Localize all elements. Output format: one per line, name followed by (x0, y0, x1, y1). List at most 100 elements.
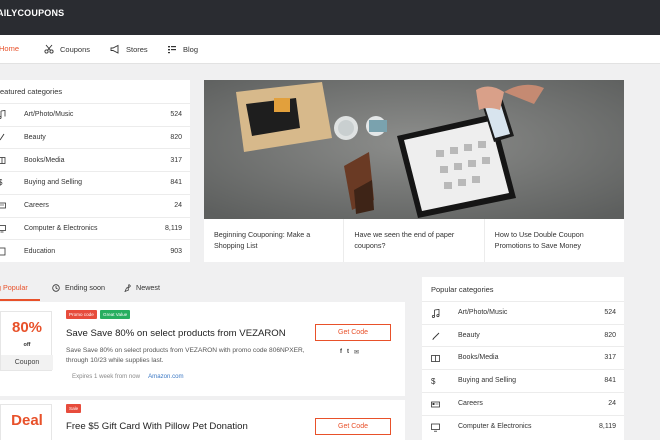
facebook-icon[interactable]: f (340, 349, 342, 356)
twitter-icon[interactable]: t (347, 349, 349, 356)
nav-blog-label: Blog (183, 44, 199, 54)
category-count: 8,119 (165, 224, 182, 232)
coupon-card: 80% off Coupon Promo code Great Value Sa… (0, 302, 405, 396)
music-icon (431, 309, 440, 318)
featured-category-item[interactable]: $ Buying and Selling 841 (0, 171, 190, 194)
sale-badge: Sale (66, 404, 82, 413)
popular-category-item[interactable]: Beauty 820 (422, 323, 624, 347)
coupon-title[interactable]: Free $5 Gift Card With Pillow Pet Donati… (66, 421, 248, 432)
coupon-meta: Expires 1 week from now Amazon.com (72, 373, 184, 380)
category-label: Careers (458, 399, 483, 407)
brush-icon (0, 133, 5, 141)
tab-newest[interactable]: Newest (124, 283, 160, 292)
tab-ending-soon-label: Ending soon (65, 283, 105, 292)
popular-categories: Popular categories Art/Photo/Music 524 B… (422, 277, 624, 440)
featured-category-item[interactable]: Careers 24 (0, 193, 190, 217)
hero-blog: Beginning Couponing: Make a Shopping Lis… (204, 80, 624, 262)
clock-icon (52, 283, 60, 292)
hero-photo (204, 80, 624, 219)
get-code-button[interactable]: Get Code (315, 324, 391, 341)
category-label: Education (24, 247, 56, 255)
category-count: 841 (170, 179, 182, 187)
category-label: Art/Photo/Music (24, 111, 74, 119)
category-label: Art/Photo/Music (458, 309, 508, 316)
category-count: 317 (604, 354, 616, 362)
coupon-expiry: Expires 1 week from now (72, 373, 141, 380)
get-code-button[interactable]: Get Code (315, 418, 391, 435)
category-label: Books/Media (24, 156, 65, 164)
blog-post-link[interactable]: Beginning Couponing: Make a Shopping Lis… (204, 219, 345, 262)
megaphone-icon (110, 44, 119, 54)
dollar-icon: $ (431, 377, 436, 387)
coupon-card: Deal Sale Free $5 Gift Card With Pillow … (0, 400, 405, 440)
category-count: 820 (604, 331, 616, 339)
brush-icon (432, 332, 440, 340)
coupon-value-box: Deal (0, 404, 52, 440)
popular-category-item[interactable]: Art/Photo/Music 524 (422, 301, 624, 324)
popular-category-item[interactable]: Books/Media 317 (422, 346, 624, 369)
blog-post-link[interactable]: How to Use Double Coupon Promotions to S… (485, 219, 624, 262)
category-count: 903 (170, 247, 182, 255)
featured-categories: eatured categories Art/Photo/Music 524 B… (0, 80, 190, 262)
popular-category-item[interactable]: Computer & Electronics 8,119 (422, 414, 624, 438)
featured-categories-title: eatured categories (0, 87, 63, 96)
id-card-icon (0, 202, 6, 209)
coupon-off-label: off (23, 342, 31, 348)
featured-category-item[interactable]: Books/Media 317 (0, 148, 190, 171)
category-label: Careers (24, 202, 49, 210)
coupon-description: Save Save 80% on select products from VE… (66, 347, 305, 364)
nav-home-label: Home (0, 44, 20, 53)
category-label: Books/Media (458, 354, 499, 362)
nav-home[interactable]: Home (0, 44, 19, 53)
tab-ending-soon[interactable]: Ending soon (52, 283, 105, 292)
main-nav: Home Coupons Stores Blog (0, 35, 660, 64)
site-logo[interactable]: AILYCOUPONS (0, 8, 64, 18)
featured-category-item[interactable]: Beauty 820 (0, 125, 190, 149)
book-icon (431, 355, 440, 363)
featured-category-item[interactable]: Computer & Electronics 8,119 (0, 216, 190, 240)
category-count: 24 (174, 202, 182, 210)
hero-image[interactable] (204, 80, 624, 219)
blog-post-link[interactable]: Have we seen the end of paper coupons? (344, 219, 485, 262)
nav-blog[interactable]: Blog (167, 44, 198, 54)
coupon-value-box: 80% off Coupon (0, 311, 53, 371)
category-count: 820 (170, 134, 182, 142)
id-card-icon (431, 401, 440, 408)
list-icon (168, 46, 176, 54)
email-icon[interactable]: ✉ (354, 349, 359, 356)
monitor-icon (431, 423, 440, 432)
featured-category-item[interactable]: Art/Photo/Music 524 (0, 103, 190, 126)
coupon-value: Deal (11, 412, 43, 429)
category-count: 8,119 (599, 422, 616, 430)
scissors-icon (44, 44, 54, 54)
popular-category-item[interactable]: Careers 24 (422, 391, 624, 415)
music-icon (0, 110, 6, 120)
coupon-title[interactable]: Save Save 80% on select products from VE… (66, 328, 286, 339)
popular-category-item[interactable]: $ Buying and Selling 841 (422, 369, 624, 392)
coupon-type: Coupon (1, 355, 53, 370)
monitor-icon (0, 224, 6, 233)
nav-coupons[interactable]: Coupons (44, 44, 90, 54)
pin-icon (124, 283, 131, 292)
great-value-badge: Great Value (100, 310, 131, 319)
tab-popular[interactable]: g Popular (0, 283, 28, 292)
category-label: Beauty (458, 331, 480, 339)
coupon-value: 80% (11, 319, 43, 336)
hero-posts: Beginning Couponing: Make a Shopping Lis… (204, 219, 624, 262)
category-label: Computer & Electronics (458, 422, 532, 430)
category-label: Buying and Selling (24, 179, 82, 187)
category-count: 24 (608, 399, 616, 407)
featured-category-item[interactable]: Education 903 (0, 239, 190, 262)
coupon-tabs: g Popular Ending soon Newest (0, 277, 405, 301)
store-link[interactable]: Amazon.com (148, 373, 184, 380)
category-label: Computer & Electronics (24, 224, 98, 232)
active-tab-indicator (0, 299, 40, 301)
popular-categories-title: Popular categories (431, 285, 494, 294)
nav-stores[interactable]: Stores (110, 44, 148, 54)
category-label: Buying and Selling (458, 377, 516, 385)
book-icon (0, 156, 6, 164)
promo-code-badge: Promo code (66, 310, 97, 319)
category-label: Beauty (24, 134, 46, 142)
dollar-icon: $ (0, 178, 3, 188)
building-icon (0, 247, 6, 255)
